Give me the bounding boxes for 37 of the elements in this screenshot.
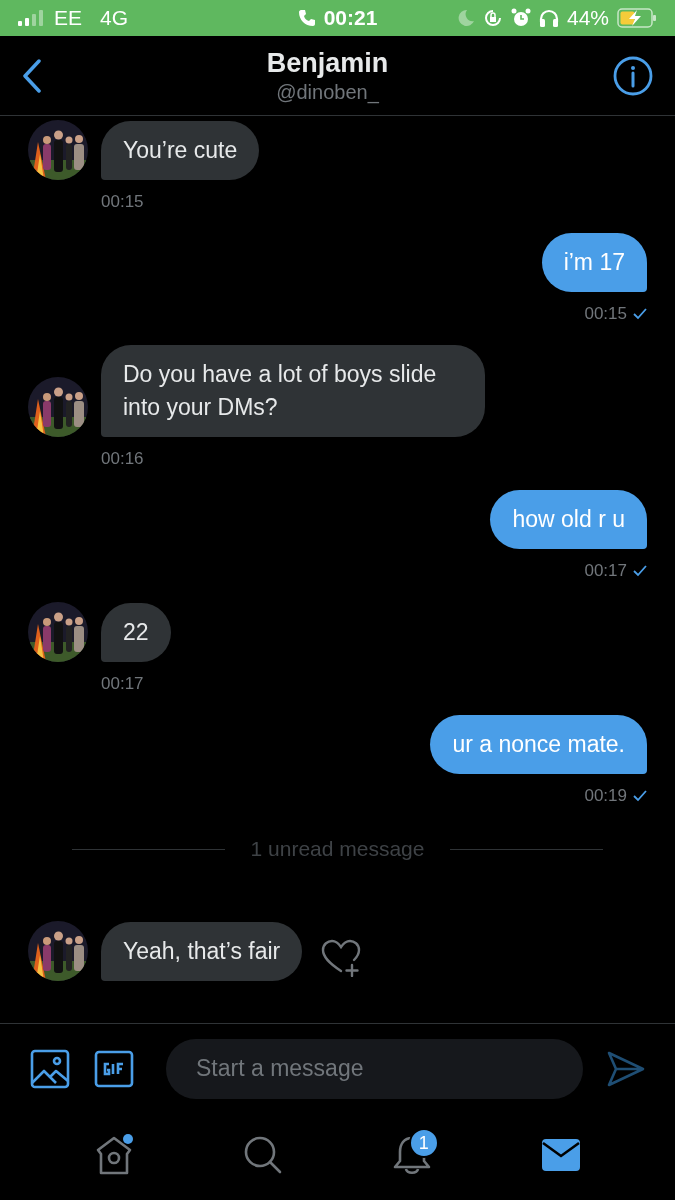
timestamp: 00:17 bbox=[584, 561, 627, 581]
message-bubble: Do you have a lot of boys slide into your DMs? bbox=[101, 345, 485, 437]
timestamp: 00:16 bbox=[101, 449, 144, 469]
timestamp: 00:19 bbox=[584, 786, 627, 806]
battery-charging-icon bbox=[617, 8, 657, 28]
message-bubble: ur a nonce mate. bbox=[430, 715, 647, 774]
message-bubble: i’m 17 bbox=[541, 233, 647, 292]
envelope-icon bbox=[540, 1138, 581, 1172]
gif-icon[interactable] bbox=[94, 1049, 134, 1088]
tab-bar-item[interactable]: 1 bbox=[386, 1130, 437, 1180]
message-bubble: Yeah, that’s fair bbox=[101, 922, 303, 981]
headphones-icon bbox=[538, 9, 559, 27]
moon-icon bbox=[456, 9, 475, 27]
phone-icon bbox=[297, 9, 316, 27]
back-icon[interactable] bbox=[22, 58, 42, 93]
image-icon[interactable] bbox=[30, 1048, 70, 1089]
info-icon[interactable] bbox=[613, 55, 653, 96]
signal-icon bbox=[18, 10, 44, 26]
clock: 00:21 bbox=[323, 6, 378, 30]
battery-percentage: 44% bbox=[566, 6, 609, 30]
notification-badge: 1 bbox=[408, 1128, 439, 1158]
heart-plus-icon[interactable] bbox=[321, 939, 362, 977]
timestamp: 00:15 bbox=[101, 192, 144, 212]
message-bubble: how old r u bbox=[490, 490, 647, 549]
message-input[interactable]: Start a message bbox=[166, 1038, 583, 1099]
carrier: EE bbox=[54, 6, 82, 30]
contact-name: Benjamin bbox=[266, 47, 389, 79]
rotation-lock-icon bbox=[482, 8, 503, 28]
alarm-icon bbox=[510, 8, 531, 28]
message-bubble: You’re cute bbox=[101, 121, 260, 180]
search-icon bbox=[243, 1135, 284, 1175]
timestamp: 00:15 bbox=[584, 304, 627, 324]
message-bubble: 22 bbox=[101, 603, 171, 662]
contact-handle: @dinoben_ bbox=[276, 80, 379, 104]
timestamp: 00:17 bbox=[101, 674, 144, 694]
network-type: 4G bbox=[100, 6, 129, 30]
unread-divider-label: 1 unread message bbox=[250, 837, 425, 861]
